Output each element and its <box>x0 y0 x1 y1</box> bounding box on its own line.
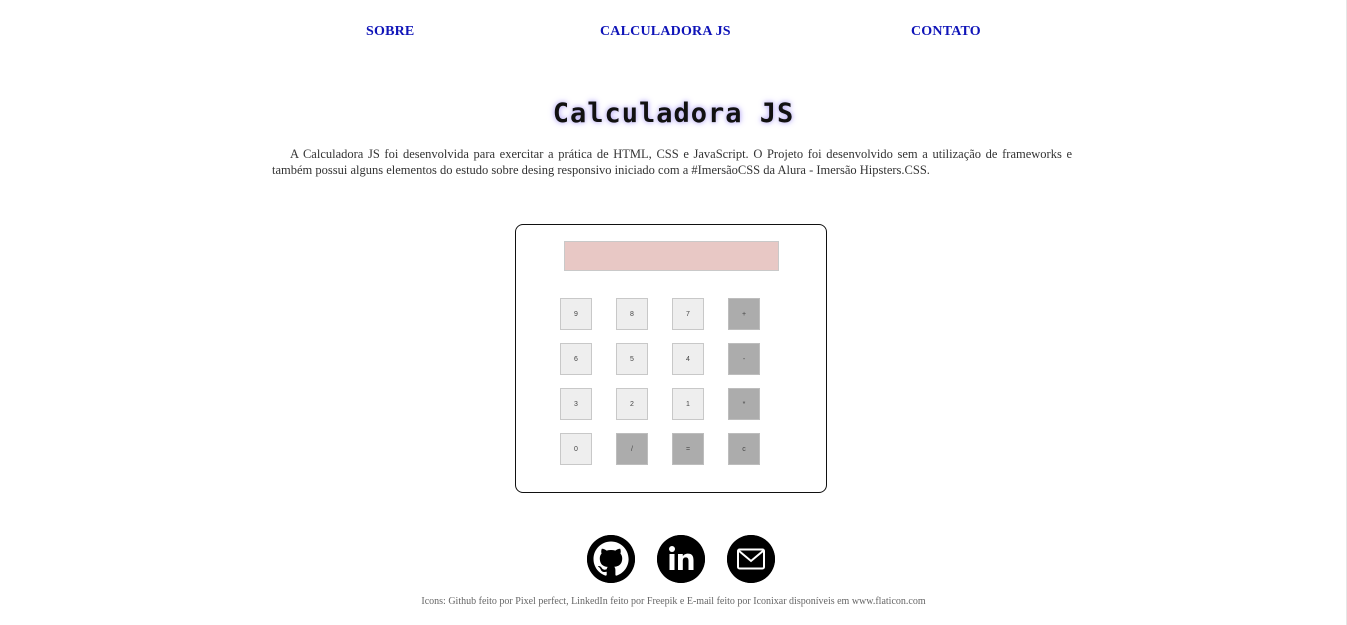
key-8[interactable]: 8 <box>616 298 648 330</box>
email-link[interactable] <box>727 535 775 583</box>
email-icon <box>727 535 775 583</box>
github-link[interactable] <box>587 535 635 583</box>
github-icon <box>587 535 635 583</box>
key-equals[interactable]: = <box>672 433 704 465</box>
linkedin-link[interactable] <box>657 535 705 583</box>
key-minus[interactable]: - <box>728 343 760 375</box>
key-clear[interactable]: c <box>728 433 760 465</box>
key-2[interactable]: 2 <box>616 388 648 420</box>
key-6[interactable]: 6 <box>560 343 592 375</box>
key-5[interactable]: 5 <box>616 343 648 375</box>
page-description: A Calculadora JS foi desenvolvida para e… <box>272 147 1072 177</box>
page-title: Calculadora JS <box>552 98 795 129</box>
key-0[interactable]: 0 <box>560 433 592 465</box>
nav-link-contato[interactable]: CONTATO <box>911 24 981 40</box>
nav-link-sobre[interactable]: SOBRE <box>366 24 414 40</box>
key-1[interactable]: 1 <box>672 388 704 420</box>
key-7[interactable]: 7 <box>672 298 704 330</box>
key-3[interactable]: 3 <box>560 388 592 420</box>
key-9[interactable]: 9 <box>560 298 592 330</box>
nav-link-calculadora[interactable]: CALCULADORA JS <box>600 24 731 40</box>
key-multiply[interactable]: * <box>728 388 760 420</box>
key-4[interactable]: 4 <box>672 343 704 375</box>
calculator: 9 8 7 + 6 5 4 - 3 2 1 * 0 / = c <box>515 224 827 493</box>
key-plus[interactable]: + <box>728 298 760 330</box>
icon-credits: Icons: Github feito por Pixel perfect, L… <box>421 596 926 607</box>
key-divide[interactable]: / <box>616 433 648 465</box>
calculator-display[interactable] <box>564 241 779 271</box>
linkedin-icon <box>657 535 705 583</box>
